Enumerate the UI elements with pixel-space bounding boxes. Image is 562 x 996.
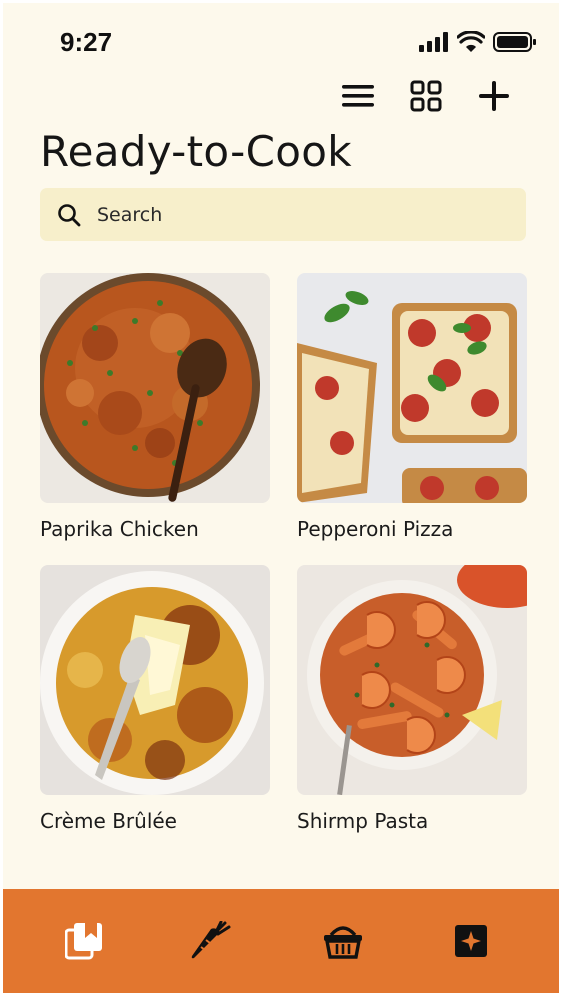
recipe-card-creme-brulee[interactable]: Crème Brûlée: [40, 565, 270, 833]
battery-icon: [493, 32, 536, 52]
sparkle-icon[interactable]: [451, 921, 491, 961]
page-title: Ready-to-Cook: [40, 127, 352, 176]
search-input[interactable]: [95, 202, 499, 227]
app-screen: 9:27 Ready-to-Cook Search Paprika Chicke…: [3, 3, 559, 993]
search-bar[interactable]: [40, 188, 526, 241]
wifi-icon: [457, 31, 485, 52]
status-icons: [419, 31, 537, 53]
recipe-image: [297, 273, 527, 503]
recipe-name: Shirmp Pasta: [297, 809, 429, 833]
recipe-image: [40, 565, 270, 795]
recipe-card-paprika-chicken[interactable]: Paprika Chicken: [40, 273, 270, 541]
recipe-name: Crème Brûlée: [40, 809, 177, 833]
bookmark-library-icon[interactable]: [64, 921, 104, 961]
basket-icon[interactable]: [323, 921, 363, 961]
bottom-nav: [3, 889, 559, 993]
signal-icon: [419, 32, 448, 52]
status-time: 9:27: [60, 27, 113, 57]
menu-icon[interactable]: [341, 79, 375, 113]
recipe-name: Pepperoni Pizza: [297, 517, 454, 541]
recipe-image: [40, 273, 270, 503]
recipe-card-shrimp-pasta[interactable]: Shirmp Pasta: [297, 565, 527, 833]
status-bar: 9:27: [3, 3, 559, 73]
carrot-icon[interactable]: [191, 921, 231, 961]
recipe-name: Paprika Chicken: [40, 517, 199, 541]
search-icon: [57, 202, 83, 228]
recipe-image: [297, 565, 527, 795]
recipe-card-pepperoni-pizza[interactable]: Pepperoni Pizza: [297, 273, 527, 541]
toolbar: [341, 79, 511, 113]
plus-icon[interactable]: [477, 79, 511, 113]
grid-icon[interactable]: [409, 79, 443, 113]
